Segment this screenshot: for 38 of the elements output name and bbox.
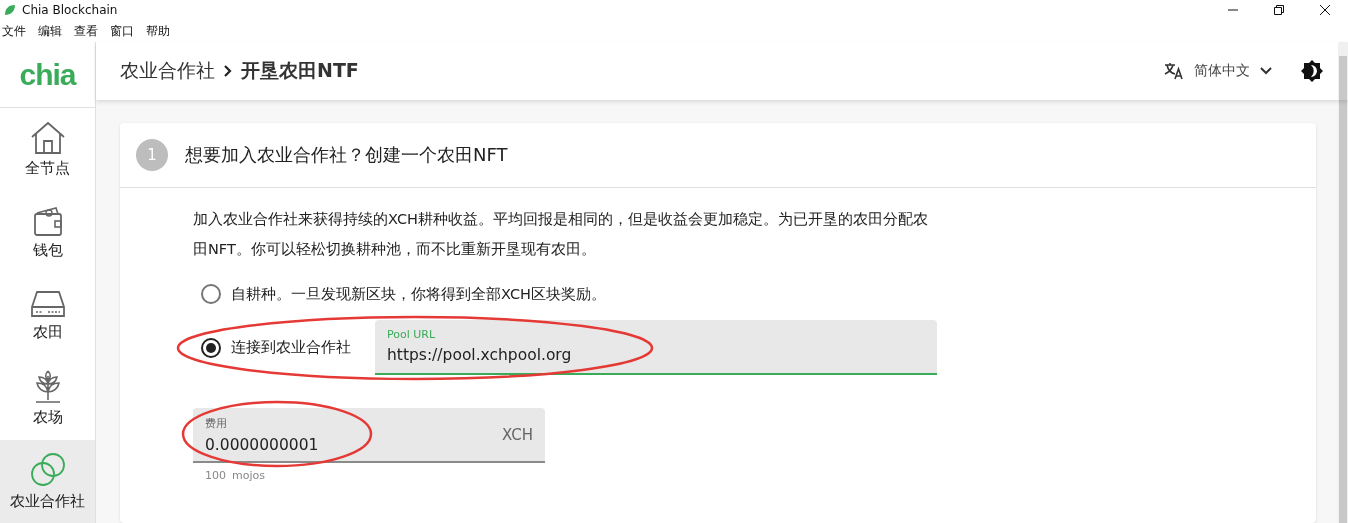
hard-drive-icon (29, 289, 66, 319)
house-icon (29, 121, 66, 155)
close-icon[interactable] (1320, 5, 1330, 15)
chevron-right-icon (223, 64, 233, 78)
helper-text: 100 (205, 469, 226, 482)
menu-item[interactable]: 窗口 (110, 22, 134, 40)
sidebar-item[interactable]: 农场 (0, 357, 95, 440)
translate-icon (1164, 62, 1184, 80)
scrollbar[interactable] (1338, 42, 1348, 523)
helper-text: mojos (232, 469, 265, 482)
sidebar-item[interactable]: 钱包 (0, 191, 95, 274)
sidebar-item[interactable]: 全节点 (0, 108, 95, 191)
menu-item[interactable]: 帮助 (146, 22, 170, 40)
caret-icon (1260, 67, 1272, 75)
step-number: 1 (136, 139, 168, 171)
leaf-icon (4, 4, 16, 16)
radio-button[interactable] (201, 337, 221, 358)
menu-item[interactable]: 查看 (74, 22, 98, 40)
menu-item[interactable]: 文件 (2, 22, 26, 40)
description-text: 加入农业合作社来获得持续的XCH耕种收益。平均回报是相同的，但是收益会更加稳定。为已开垦的农田分配农田NFT。你可以轻松切换耕种池，而不比重新开垦现有农田。 (193, 210, 928, 259)
fee-field[interactable]: 费用 0.0000000001 XCH (193, 408, 545, 463)
logo: chia (19, 57, 76, 92)
wallet-icon (31, 205, 64, 237)
option-label: 自耕种。一旦发现新区块，你将得到全部XCH区块奖励。 (231, 284, 606, 304)
radio-button[interactable] (201, 284, 221, 304)
sidebar-item[interactable]: 农田 (0, 274, 95, 357)
breadcrumb-item: 开垦农田NTF (241, 58, 359, 83)
sidebar-item[interactable]: 农业合作社 (0, 440, 95, 523)
window-title: Chia Blockchain (22, 3, 118, 17)
menu-item[interactable]: 编辑 (38, 22, 62, 40)
step-title: 想要加入农业合作社？创建一个农田NFT (185, 143, 508, 167)
rings-icon (29, 452, 66, 488)
breadcrumb-item[interactable]: 农业合作社 (120, 58, 215, 84)
option-label: 连接到农业合作社 (231, 338, 351, 357)
pool-url-field[interactable]: Pool URL https://pool.xchpool.org (375, 320, 937, 375)
language-selector[interactable]: 简体中文 (1194, 62, 1250, 80)
restore-icon[interactable] (1274, 5, 1284, 15)
theme-toggle-icon[interactable] (1300, 59, 1324, 83)
